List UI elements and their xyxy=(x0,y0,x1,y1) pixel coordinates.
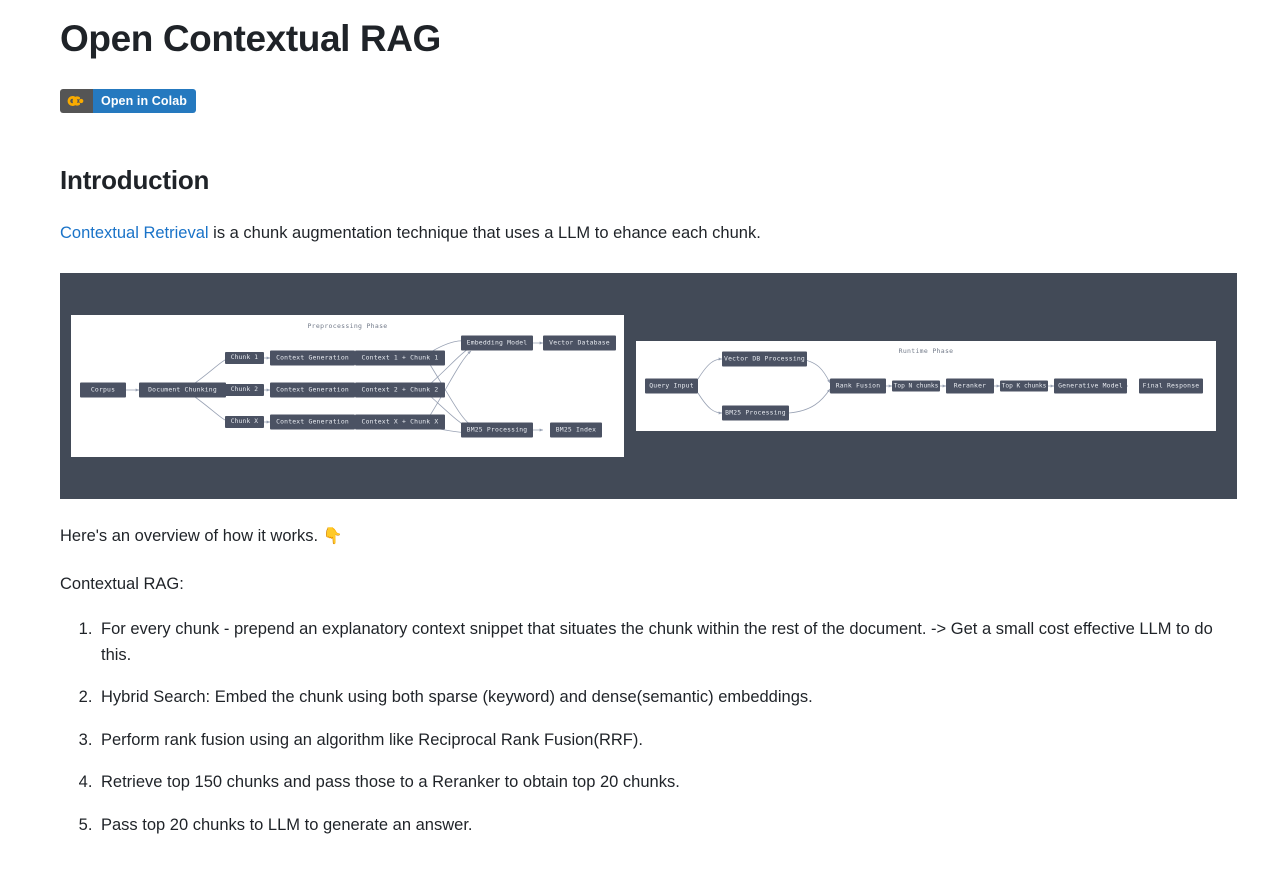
node-context-x-chunk-x: Context X + Chunk X xyxy=(355,414,445,430)
node-bm25-processing: BM25 Processing xyxy=(461,422,533,438)
node-generative-model: Generative Model xyxy=(1054,378,1127,394)
node-bm25-processing-runtime: BM25 Processing xyxy=(722,405,789,421)
page-root: Open Contextual RAG Open in Colab Introd… xyxy=(0,0,1280,872)
introduction-heading: Introduction xyxy=(60,165,210,196)
node-context-generation-1: Context Generation xyxy=(270,350,355,366)
node-context-2-chunk-2: Context 2 + Chunk 2 xyxy=(355,382,445,398)
node-context-generation-x: Context Generation xyxy=(270,414,355,430)
open-in-colab-badge[interactable]: Open in Colab xyxy=(60,89,197,114)
pointing-down-icon: 👇 xyxy=(322,527,343,545)
contextual-retrieval-link[interactable]: Contextual Retrieval xyxy=(60,224,209,242)
overview-caption-text: Here's an overview of how it works. xyxy=(60,526,323,545)
list-item: For every chunk - prepend an explanatory… xyxy=(97,617,1236,668)
node-final-response: Final Response xyxy=(1139,378,1203,394)
preprocessing-phase-panel: Preprocessing Phase Corpus Document Chun… xyxy=(71,314,624,457)
list-intro: Contextual RAG: xyxy=(60,574,184,593)
runtime-phase-panel: Runtime Phase Query Input Vector DB Proc… xyxy=(636,340,1216,431)
node-context-generation-2: Context Generation xyxy=(270,382,355,398)
list-item: Pass top 20 chunks to LLM to generate an… xyxy=(97,813,1236,839)
node-embedding-model: Embedding Model xyxy=(461,335,533,351)
node-chunk-2: Chunk 2 xyxy=(225,383,264,396)
colab-logo-icon xyxy=(60,89,93,114)
preprocessing-phase-title: Preprocessing Phase xyxy=(307,321,388,330)
edge-label-top-k-chunks: Top K chunks xyxy=(1000,380,1048,392)
list-item: Perform rank fusion using an algorithm l… xyxy=(97,728,1236,754)
contextual-rag-steps-list: For every chunk - prepend an explanatory… xyxy=(60,597,1236,838)
node-vector-db-processing: Vector DB Processing xyxy=(722,351,807,367)
node-document-chunking: Document Chunking xyxy=(139,382,226,398)
contextual-rag-diagram: Preprocessing Phase Corpus Document Chun… xyxy=(60,272,1237,499)
introduction-paragraph: Contextual Retrieval is a chunk augmenta… xyxy=(60,196,1236,247)
node-chunk-1: Chunk 1 xyxy=(225,351,264,364)
node-context-1-chunk-1: Context 1 + Chunk 1 xyxy=(355,350,445,366)
node-chunk-x: Chunk X xyxy=(225,415,264,428)
node-vector-database: Vector Database xyxy=(543,335,616,351)
node-rank-fusion: Rank Fusion xyxy=(830,378,886,394)
overview-caption: Here's an overview of how it works. 👇 xyxy=(60,499,1236,550)
introduction-paragraph-rest: is a chunk augmentation technique that u… xyxy=(208,224,761,243)
page-title: Open Contextual RAG xyxy=(60,18,441,59)
list-item: Retrieve top 150 chunks and pass those t… xyxy=(97,770,1236,796)
node-corpus: Corpus xyxy=(80,382,126,398)
node-bm25-index: BM25 Index xyxy=(550,422,602,438)
node-query-input: Query Input xyxy=(645,378,698,394)
edge-label-top-n-chunks: Top N chunks xyxy=(892,380,940,392)
list-item: Hybrid Search: Embed the chunk using bot… xyxy=(97,685,1236,711)
open-in-colab-label: Open in Colab xyxy=(93,89,197,114)
node-reranker: Reranker xyxy=(946,378,994,394)
